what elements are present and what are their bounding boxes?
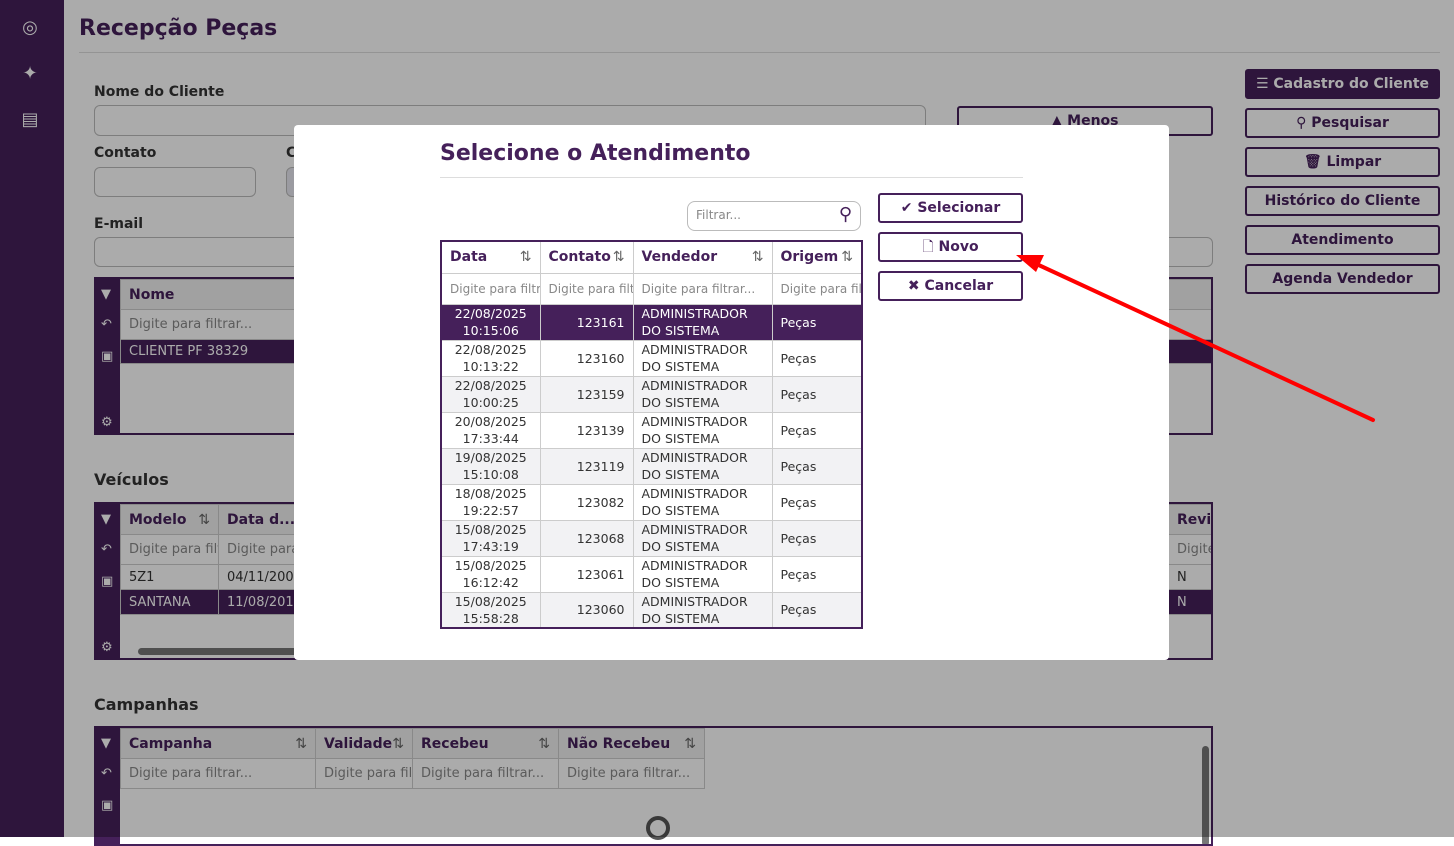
arrow-head (1016, 255, 1044, 272)
annotation-arrow (1016, 255, 1375, 422)
arrow-line (1028, 259, 1375, 422)
